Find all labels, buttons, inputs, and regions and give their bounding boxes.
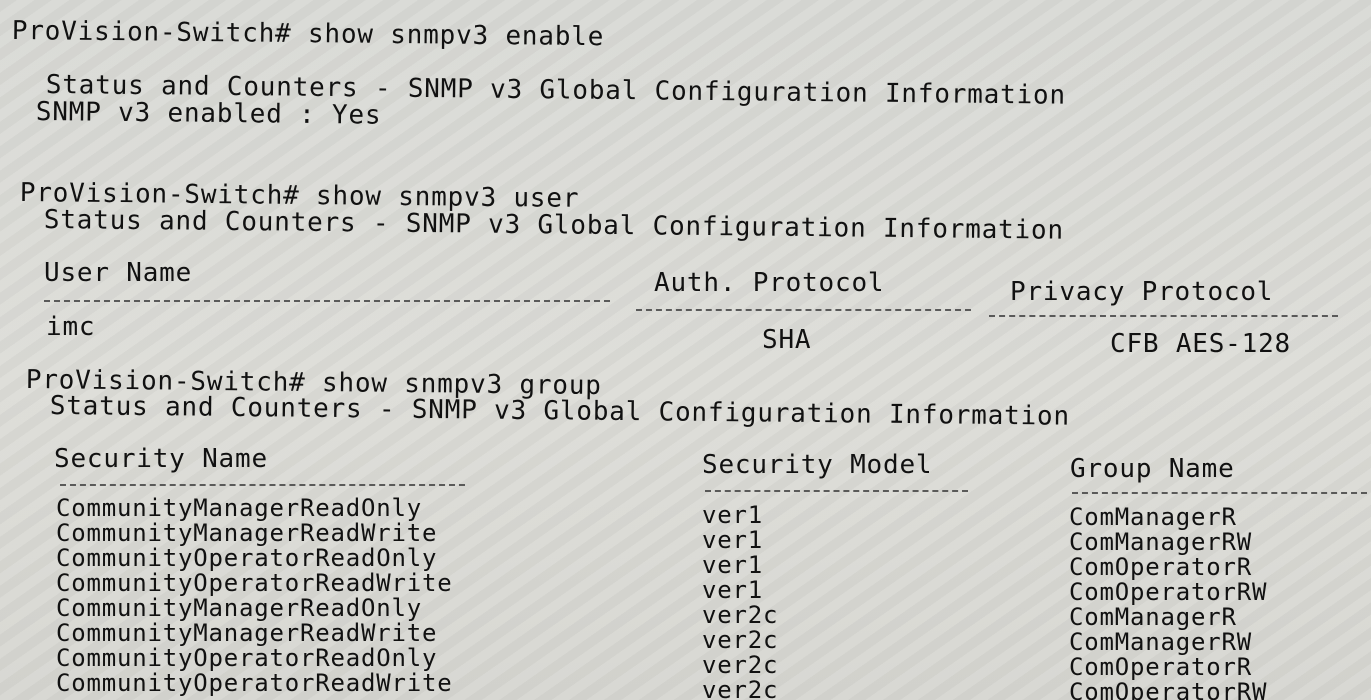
group-row-6-group-name: ComManagerRW xyxy=(1069,628,1252,656)
group-row-4-group-name: ComOperatorRW xyxy=(1069,578,1268,606)
privacy-protocol-underline xyxy=(989,315,1338,317)
status-heading-2: Status and Counters - SNMP v3 Global Con… xyxy=(43,205,1065,246)
group-row-2-group-name: ComManagerRW xyxy=(1069,528,1252,556)
user-name-underline xyxy=(44,300,610,302)
group-row-6-security-model: ver2c xyxy=(702,626,779,654)
auth-protocol-header: Auth. Protocol xyxy=(654,268,885,298)
group-row-8-security-name: CommunityOperatorReadWrite xyxy=(56,669,453,697)
group-row-6-security-name: CommunityManagerReadWrite xyxy=(56,619,438,647)
snmpv3-enabled-line: SNMP v3 enabled : Yes xyxy=(35,97,382,131)
group-name-underline xyxy=(1072,492,1367,494)
group-row-2-security-model: ver1 xyxy=(702,526,763,554)
group-row-5-group-name: ComManagerR xyxy=(1069,603,1237,631)
group-row-1-security-name: CommunityManagerReadOnly xyxy=(56,494,422,522)
status-heading-3: Status and Counters - SNMP v3 Global Con… xyxy=(49,391,1071,432)
group-row-8-security-model: ver2c xyxy=(702,676,779,700)
group-row-7-group-name: ComOperatorR xyxy=(1069,653,1252,681)
security-name-underline xyxy=(60,484,465,486)
group-row-1-security-model: ver1 xyxy=(702,501,763,529)
group-name-header: Group Name xyxy=(1070,454,1235,484)
privacy-protocol-header: Privacy Protocol xyxy=(1010,277,1274,307)
security-model-header: Security Model xyxy=(702,450,933,480)
security-model-underline xyxy=(705,490,968,492)
privacy-protocol-cell: CFB AES-128 xyxy=(1110,329,1291,359)
group-row-5-security-model: ver2c xyxy=(702,601,779,629)
auth-protocol-cell: SHA xyxy=(762,325,812,355)
group-row-2-security-name: CommunityManagerReadWrite xyxy=(56,519,438,547)
user-name-cell: imc xyxy=(46,312,96,342)
group-row-4-security-model: ver1 xyxy=(702,576,763,604)
group-row-5-security-name: CommunityManagerReadOnly xyxy=(56,594,422,622)
group-row-1-group-name: ComManagerR xyxy=(1069,503,1237,531)
auth-protocol-underline xyxy=(636,309,971,311)
group-row-3-security-model: ver1 xyxy=(702,551,763,579)
user-name-header: User Name xyxy=(44,258,193,288)
security-name-header: Security Name xyxy=(54,444,268,474)
terminal-screen: ProVision-Switch# show snmpv3 enable Sta… xyxy=(0,0,1371,700)
group-row-3-group-name: ComOperatorR xyxy=(1069,553,1252,581)
group-row-4-security-name: CommunityOperatorReadWrite xyxy=(56,569,453,597)
group-row-7-security-model: ver2c xyxy=(702,651,779,679)
group-row-8-group-name: ComOperatorRW xyxy=(1069,678,1268,700)
command-show-snmpv3-enable: ProVision-Switch# show snmpv3 enable xyxy=(11,16,605,53)
group-row-3-security-name: CommunityOperatorReadOnly xyxy=(56,544,438,572)
group-row-7-security-name: CommunityOperatorReadOnly xyxy=(56,644,438,672)
